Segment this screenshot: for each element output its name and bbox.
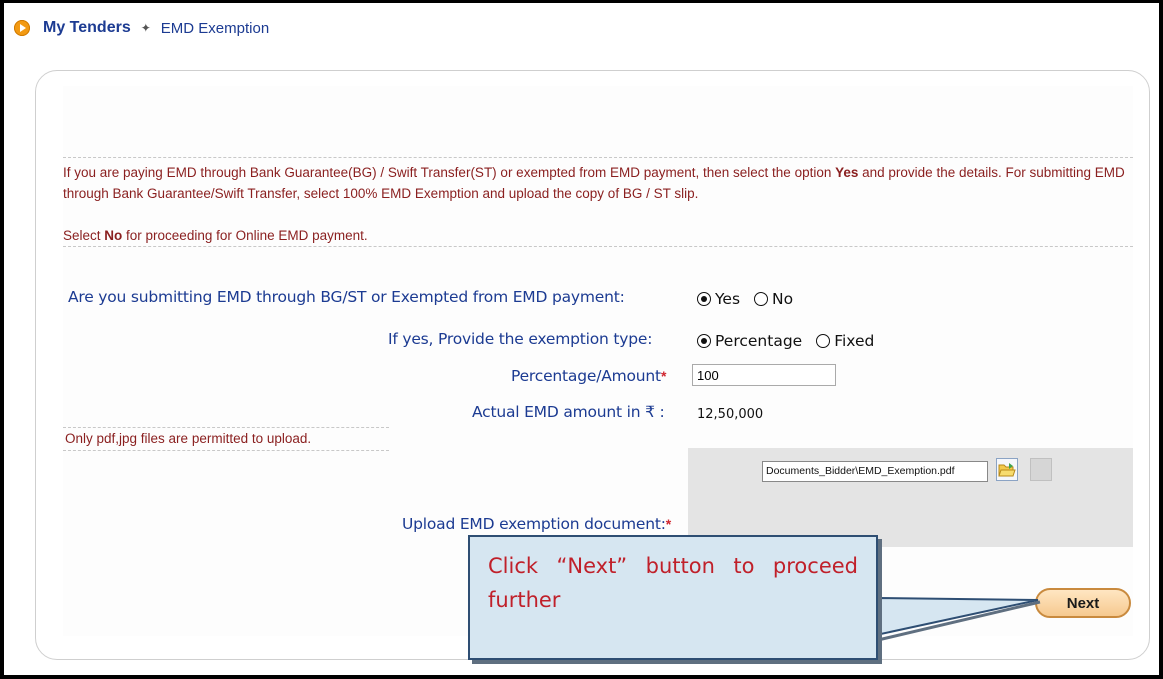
instruction-callout: Click “Next” button to proceed further — [468, 535, 878, 660]
